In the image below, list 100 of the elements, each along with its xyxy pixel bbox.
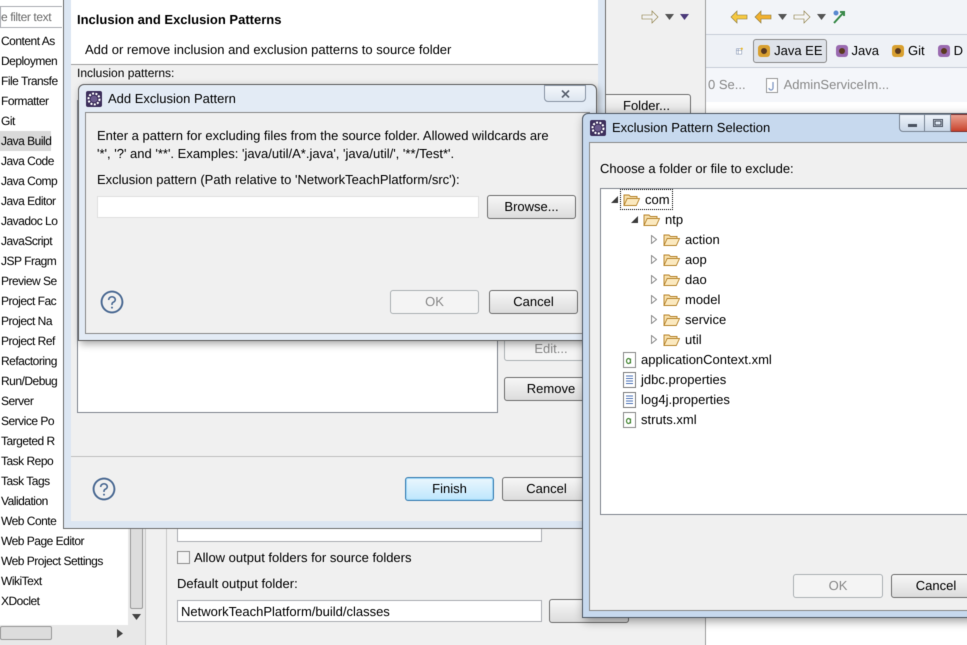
category-item[interactable]: Project Na [0,311,52,331]
field-label: Default output folder: [177,574,299,593]
folder-icon [663,252,680,266]
output-folder-field[interactable]: NetworkTeachPlatform/build/classes [177,600,542,622]
forward-arrow-icon[interactable] [793,10,811,24]
category-item[interactable]: Javadoc Lo [0,211,58,231]
dialog-description: Add or remove inclusion and exclusion patterns to source folder [84,40,452,59]
perspective-icon [834,44,849,58]
category-item[interactable]: Validation [0,491,48,511]
expand-arrow-icon[interactable] [651,295,657,304]
perspective-button[interactable]: Java EE [753,39,827,63]
expand-arrow-icon[interactable] [651,315,657,324]
category-item[interactable]: Java Editor [0,191,56,211]
help-icon[interactable] [91,476,117,502]
help-icon[interactable] [99,289,125,315]
perspective-button[interactable]: Git [886,39,929,63]
folder-icon [623,192,640,206]
collapse-arrow-icon[interactable] [610,196,618,203]
file-tree[interactable]: com ntp action aop dao model service util applicationContext.xml jdbc.properties log4j.properties struts.xml [600,188,967,514]
tree-item[interactable]: ntp [641,210,686,230]
category-item[interactable]: File Transfe [0,71,58,91]
category-item[interactable]: Run/Debug [0,371,58,391]
category-item[interactable]: Web Project Settings [0,551,103,571]
category-item[interactable]: Preview Se [0,271,57,291]
dialog-button[interactable]: Cancel [489,290,578,314]
minimize-button[interactable] [899,114,925,132]
category-item[interactable]: Project Fac [0,291,56,311]
gear-icon [590,120,606,136]
category-item[interactable]: Git [0,111,15,131]
horizontal-scrollbar[interactable] [0,625,145,645]
dialog-button[interactable]: Finish [405,477,494,501]
category-item[interactable]: Web Page Editor [0,531,84,551]
expand-arrow-icon[interactable] [651,275,657,284]
dialog-heading: Inclusion and Exclusion Patterns [77,11,282,29]
dropdown-caret-icon[interactable] [778,14,787,20]
category-item[interactable]: XDoclet [0,591,40,611]
window-title: Add Exclusion Pattern [108,90,236,108]
filter-field[interactable]: e filter text [0,6,62,28]
tree-item[interactable]: action [661,230,722,250]
tree-item[interactable]: model [661,290,722,310]
scroll-right-icon[interactable] [117,628,123,638]
category-item[interactable]: Content As [0,31,55,51]
category-item[interactable]: Server [0,391,34,411]
folder-icon [663,272,680,286]
perspective-icon [890,44,905,58]
xml-file-icon [623,352,636,368]
category-item[interactable]: Web Conte [0,511,56,531]
perspective-button[interactable]: Java [830,39,883,63]
tree-item[interactable]: com [621,190,672,210]
category-item[interactable]: Deploymen [0,51,58,71]
category-item[interactable]: WikiText [0,571,42,591]
category-item[interactable]: Java Code [0,151,54,171]
back-arrow-icon[interactable] [730,10,748,24]
tree-item[interactable]: aop [661,250,709,270]
tree-item[interactable]: dao [661,270,709,290]
instruction-text: Enter a pattern for excluding files from the source folder. Allowed wildcards are '*', '?' and '**'. Examples: 'java/util/A*.java', 'java/util/', '**/Test*'. [97,127,550,163]
tree-item[interactable]: applicationContext.xml [621,350,774,370]
category-item[interactable]: JavaScript [0,231,52,251]
category-item[interactable]: Task Tags [0,471,50,491]
category-item[interactable]: Refactoring [0,351,57,371]
back-arrow-icon[interactable] [754,10,772,24]
folder-icon [663,312,680,326]
category-item[interactable]: Java Comp [0,171,58,191]
tree-item[interactable]: service [661,310,728,330]
exclusion-pattern-field[interactable] [97,196,479,218]
dropdown-caret-icon[interactable] [132,614,141,620]
category-item[interactable]: Targeted R [0,431,55,451]
folder-icon [643,212,660,226]
expand-arrow-icon[interactable] [651,255,657,264]
folder-icon [663,332,680,346]
minimize-icon [908,124,916,127]
category-item[interactable]: Formatter [0,91,49,111]
browse-button[interactable]: Browse... [487,194,576,218]
section-label: Inclusion patterns: [76,66,176,81]
dialog-button[interactable]: Cancel [891,574,967,598]
collapse-arrow-icon[interactable] [630,216,638,223]
forward-arrow-icon[interactable] [641,10,659,24]
checkbox[interactable] [177,551,190,564]
tree-item[interactable]: util [661,330,704,350]
folder-icon [663,232,680,246]
category-item[interactable]: Java Build [0,131,52,151]
category-item[interactable]: Service Po [0,411,54,431]
maximize-icon [932,119,942,127]
category-item[interactable]: Task Repo [0,451,54,471]
maximize-button[interactable] [925,114,951,132]
category-item[interactable]: JSP Fragm [0,251,56,271]
category-item[interactable]: Project Ref [0,331,55,351]
field-label: Exclusion pattern (Path relative to 'NetworkTeachPlatform/src'): [97,171,461,189]
prompt-label: Choose a folder or file to exclude: [600,160,795,178]
gear-icon [86,90,102,106]
tree-item[interactable]: log4j.properties [621,390,732,410]
dropdown-caret-icon[interactable] [817,14,826,20]
xml-file-icon [623,412,636,428]
text-file-icon [623,392,636,408]
tree-item[interactable]: jdbc.properties [621,370,728,390]
perspective-button[interactable]: D [932,39,967,63]
expand-arrow-icon[interactable] [651,235,657,244]
expand-arrow-icon[interactable] [651,335,657,344]
tree-item[interactable]: struts.xml [621,410,699,430]
close-icon [560,90,570,98]
